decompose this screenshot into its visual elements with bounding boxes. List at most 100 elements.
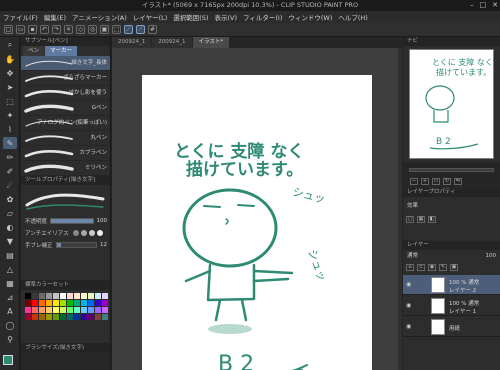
ruler-tool-icon[interactable]: ⊿: [3, 291, 17, 303]
layer-row[interactable]: ◉ 用紙: [403, 317, 500, 337]
canvas-tab[interactable]: 200924_1: [152, 37, 192, 48]
color-swatch[interactable]: [74, 307, 80, 313]
brush-item[interactable]: 丸ペン: [21, 131, 110, 146]
figure-tool-icon[interactable]: △: [3, 263, 17, 275]
color-swatch[interactable]: [32, 293, 38, 299]
color-swatch[interactable]: [25, 300, 31, 306]
color-swatch[interactable]: [46, 307, 52, 313]
color-swatch[interactable]: [95, 314, 101, 320]
layer-row[interactable]: ◉ 100 % 通常 レイヤー 1: [403, 296, 500, 316]
selection-tool-icon[interactable]: ⬚: [3, 95, 17, 107]
brush-item[interactable]: Gペン: [21, 101, 110, 116]
blend-mode-select[interactable]: 通常: [407, 253, 418, 259]
color-swatch[interactable]: [60, 293, 66, 299]
save-icon[interactable]: ▪: [28, 25, 37, 34]
clip-layer-icon[interactable]: ⊂: [417, 264, 425, 271]
color-swatch[interactable]: [46, 293, 52, 299]
layer-color-icon[interactable]: ◧: [428, 216, 436, 223]
new-file-icon[interactable]: □: [4, 25, 13, 34]
brush-item[interactable]: アナログ的ペン(鉛筆っぽい): [21, 116, 110, 131]
reference-layer-icon[interactable]: ◉: [428, 264, 436, 271]
brush-item[interactable]: ざらざらマーカー: [21, 71, 110, 86]
color-swatch[interactable]: [32, 314, 38, 320]
color-swatch[interactable]: [60, 300, 66, 306]
brush-item[interactable]: 描き文字_長体: [21, 56, 110, 71]
color-swatch[interactable]: [25, 307, 31, 313]
tone-effect-icon[interactable]: ▦: [417, 216, 425, 223]
color-swatch[interactable]: [95, 307, 101, 313]
menu-file[interactable]: ファイル(F): [3, 12, 38, 22]
color-swatch[interactable]: [81, 314, 87, 320]
stabilization-slider[interactable]: [55, 242, 97, 248]
text-tool-icon[interactable]: A: [3, 305, 17, 317]
snap-grid-icon[interactable]: #: [148, 25, 157, 34]
color-swatch[interactable]: [81, 300, 87, 306]
canvas-vertical-scrollbar[interactable]: [398, 48, 402, 370]
menu-layer[interactable]: レイヤー(L): [133, 12, 168, 22]
color-swatch[interactable]: [32, 300, 38, 306]
layer-opacity-value[interactable]: 100: [486, 251, 497, 261]
canvas-tab-active[interactable]: イラスト*: [192, 37, 230, 48]
zoom-slider[interactable]: [409, 168, 494, 172]
color-swatch[interactable]: [53, 293, 59, 299]
eraser-tool-icon[interactable]: ▱: [3, 207, 17, 219]
prop-row-antialias[interactable]: アンチエイリアス: [21, 227, 110, 239]
blend-tool-icon[interactable]: ◐: [3, 221, 17, 233]
tab-marker[interactable]: マーカー: [45, 46, 78, 56]
color-swatch[interactable]: [95, 293, 101, 299]
color-swatch[interactable]: [67, 293, 73, 299]
move-tool-icon[interactable]: ✥: [3, 67, 17, 79]
layer-row[interactable]: ◉ 100 % 通常 レイヤー 2: [403, 275, 500, 295]
maximize-button[interactable]: □: [480, 0, 487, 11]
color-swatch[interactable]: [39, 300, 45, 306]
color-swatch[interactable]: [74, 300, 80, 306]
snap-special-ruler-icon[interactable]: ⟋: [136, 25, 145, 34]
menu-edit[interactable]: 編集(E): [44, 12, 66, 22]
transform-icon[interactable]: ◇: [76, 25, 85, 34]
color-swatch[interactable]: [46, 314, 52, 320]
color-swatch[interactable]: [102, 293, 108, 299]
color-swatch[interactable]: [53, 307, 59, 313]
antialias-none-icon[interactable]: [72, 230, 79, 236]
zoom-in-icon[interactable]: +: [421, 178, 429, 185]
color-swatch[interactable]: [60, 314, 66, 320]
opacity-slider[interactable]: [50, 218, 94, 224]
auto-select-tool-icon[interactable]: ✦: [3, 109, 17, 121]
color-swatch[interactable]: [74, 293, 80, 299]
invert-selection-icon[interactable]: ▣: [100, 25, 109, 34]
hand-tool-icon[interactable]: ✋: [3, 53, 17, 65]
close-button[interactable]: ✕: [492, 0, 498, 11]
airbrush-tool-icon[interactable]: ☄: [3, 179, 17, 191]
balloon-tool-icon[interactable]: ◯: [3, 319, 17, 331]
antialias-mid-icon[interactable]: [88, 230, 95, 236]
rotate-icon[interactable]: ↻: [443, 178, 451, 185]
layer-lock-icon[interactable]: ⌂: [406, 264, 414, 271]
visibility-eye-icon[interactable]: ◉: [406, 323, 411, 330]
undo-icon[interactable]: ↶: [40, 25, 49, 34]
frame-tool-icon[interactable]: ▦: [3, 277, 17, 289]
main-color-swatch[interactable]: [3, 355, 13, 365]
menu-filter[interactable]: フィルター(I): [243, 12, 282, 22]
eyedropper-tool-icon[interactable]: ⌇: [3, 123, 17, 135]
color-swatch[interactable]: [88, 314, 94, 320]
color-swatch[interactable]: [53, 314, 59, 320]
operation-tool-icon[interactable]: ➤: [3, 81, 17, 93]
color-swatch[interactable]: [32, 307, 38, 313]
pencil-tool-icon[interactable]: ✏: [3, 151, 17, 163]
antialias-high-icon[interactable]: [96, 230, 103, 236]
color-swatch[interactable]: [102, 314, 108, 320]
flip-icon[interactable]: ⇋: [454, 178, 462, 185]
redo-icon[interactable]: ↷: [52, 25, 61, 34]
fit-icon[interactable]: ▭: [432, 178, 440, 185]
antialias-options[interactable]: [72, 230, 103, 236]
mask-icon[interactable]: ▣: [450, 264, 458, 271]
color-swatch[interactable]: [81, 293, 87, 299]
open-file-icon[interactable]: ▭: [16, 25, 25, 34]
color-swatch[interactable]: [88, 300, 94, 306]
color-swatch[interactable]: [39, 307, 45, 313]
color-swatch[interactable]: [102, 300, 108, 306]
minimize-button[interactable]: –: [470, 0, 474, 11]
color-swatch[interactable]: [102, 307, 108, 313]
color-swatch[interactable]: [67, 300, 73, 306]
canvas-tab[interactable]: 200924_1: [112, 37, 152, 48]
